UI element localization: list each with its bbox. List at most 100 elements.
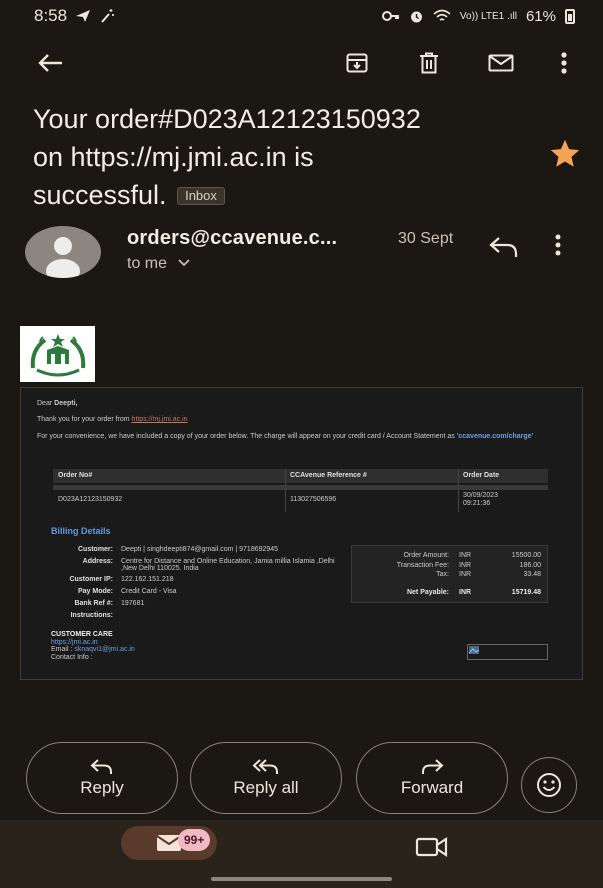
more-options-button[interactable] bbox=[549, 39, 579, 87]
customer-care-title: CUSTOMER CARE bbox=[51, 631, 113, 638]
reference-number: 113027506596 bbox=[290, 496, 337, 503]
reply-actions: Reply Reply all Forward bbox=[26, 742, 586, 814]
column-divider bbox=[285, 469, 286, 512]
email-body: Dear Deepti, Thank you for your order fr… bbox=[20, 387, 583, 680]
avatar[interactable] bbox=[25, 226, 101, 278]
net-payable-row: Net Payable: INR 15719.48 bbox=[352, 589, 549, 598]
forward-button[interactable]: Forward bbox=[356, 742, 508, 814]
email-toolbar bbox=[0, 32, 603, 94]
billing-value: 197681 bbox=[121, 600, 145, 607]
amount-value: 15500.00 bbox=[511, 552, 541, 559]
back-arrow-icon bbox=[38, 54, 62, 72]
message-more-button[interactable] bbox=[555, 234, 575, 264]
quick-reply-button[interactable] bbox=[487, 234, 521, 264]
charge-descriptor: 'ccavenue.com/charge' bbox=[456, 433, 534, 440]
reply-icon bbox=[90, 759, 112, 774]
merchant-link[interactable]: https://mj.jmi.ac.in bbox=[132, 416, 188, 423]
amount-value: 186.00 bbox=[519, 562, 541, 569]
convenience-text: For your convenience, we have included a… bbox=[37, 432, 557, 441]
amount-currency: INR bbox=[459, 562, 472, 569]
battery-icon bbox=[565, 8, 575, 24]
archive-button[interactable] bbox=[333, 39, 381, 87]
person-icon bbox=[46, 237, 80, 278]
delete-button[interactable] bbox=[405, 39, 453, 87]
trash-icon bbox=[420, 52, 438, 74]
amount-row: Order Amount: INR 15500.00 bbox=[352, 552, 549, 561]
status-left: 8:58 bbox=[34, 6, 115, 26]
customer-care: CUSTOMER CARE https://jmi.ac.in Email : … bbox=[51, 631, 135, 661]
star-button[interactable] bbox=[548, 137, 582, 171]
subject-line-3: successful. Inbox bbox=[33, 176, 533, 214]
table-separator bbox=[53, 485, 548, 490]
home-indicator[interactable] bbox=[211, 877, 392, 881]
amount-label: Net Payable: bbox=[406, 589, 449, 596]
emoji-reaction-button[interactable] bbox=[521, 757, 577, 813]
amount-value: 15719.48 bbox=[511, 589, 541, 596]
amount-currency: INR bbox=[459, 589, 472, 596]
signal-text: Vo)) LTE1 .ıll bbox=[459, 10, 517, 22]
status-bar: 8:58 Vo)) LTE1 .ıll 61% bbox=[0, 0, 603, 32]
order-time: 09:21:36 bbox=[463, 500, 491, 507]
amount-label: Transaction Fee: bbox=[396, 562, 449, 569]
status-time: 8:58 bbox=[34, 6, 68, 25]
care-email[interactable]: sknaqvi1@jmi.ac.in bbox=[74, 646, 134, 653]
amount-label: Tax: bbox=[436, 571, 449, 578]
status-right: Vo)) LTE1 .ıll 61% bbox=[381, 8, 575, 25]
reply-label: Reply bbox=[80, 778, 124, 797]
order-table: Order No# CCAvenue Reference # Order Dat… bbox=[53, 469, 548, 512]
smiley-icon bbox=[537, 773, 561, 797]
message-date: 30 Sept bbox=[398, 230, 454, 247]
bottom-navigation: 99+ bbox=[0, 820, 603, 888]
reply-all-label: Reply all bbox=[233, 778, 299, 797]
sender-address[interactable]: orders@ccavenue.c... bbox=[127, 227, 337, 250]
amount-summary: Order Amount: INR 15500.00 Transaction F… bbox=[351, 545, 548, 603]
billing-title: Billing Details bbox=[51, 526, 111, 536]
care-email-label: Email : bbox=[51, 646, 73, 653]
greeting-word: Dear bbox=[37, 400, 53, 407]
reply-all-icon bbox=[252, 759, 278, 774]
order-table-header: Order No# CCAvenue Reference # Order Dat… bbox=[53, 469, 548, 483]
order-number: D023A12123150932 bbox=[58, 496, 123, 503]
reply-button[interactable]: Reply bbox=[26, 742, 178, 814]
amount-row: Transaction Fee: INR 186.00 bbox=[352, 562, 549, 571]
subject-line-1: Your order#D023A12123150932 bbox=[33, 104, 421, 134]
sender-row: orders@ccavenue.c... 30 Sept to me bbox=[25, 222, 595, 284]
star-icon bbox=[550, 139, 580, 167]
amount-row: Tax: INR 33.48 bbox=[352, 571, 549, 580]
amount-label: Order Amount: bbox=[403, 552, 449, 559]
amount-value: 33.48 bbox=[523, 571, 541, 578]
mail-icon bbox=[488, 54, 514, 72]
col-reference: CCAvenue Reference # bbox=[290, 472, 367, 479]
mark-unread-button[interactable] bbox=[477, 39, 525, 87]
recipient-toggle[interactable]: to me bbox=[127, 255, 191, 273]
email-subject: Your order#D023A12123150932 on https://m… bbox=[33, 100, 533, 214]
greeting: Dear Deepti, bbox=[37, 400, 77, 407]
column-divider bbox=[458, 469, 459, 512]
col-order-date: Order Date bbox=[463, 472, 500, 479]
archive-icon bbox=[346, 53, 368, 73]
care-url[interactable]: https://jmi.ac.in bbox=[51, 639, 135, 647]
university-logo bbox=[20, 326, 95, 382]
nav-meet-tab[interactable] bbox=[415, 835, 449, 859]
inbox-label-chip[interactable]: Inbox bbox=[177, 187, 225, 205]
reply-icon bbox=[489, 237, 518, 257]
reply-all-button[interactable]: Reply all bbox=[190, 742, 342, 814]
billing-value: Deepti | singhdeepti874@gmail.com | 9718… bbox=[121, 546, 279, 553]
billing-label: Address: bbox=[82, 558, 113, 565]
jmi-emblem-icon bbox=[30, 334, 85, 377]
convenience-sentence: For your convenience, we have included a… bbox=[37, 433, 455, 440]
magic-wand-icon bbox=[101, 9, 115, 23]
subject-line-2: on https://mj.jmi.ac.in is bbox=[33, 142, 314, 172]
order-date: 30/09/2023 bbox=[463, 492, 499, 499]
broken-image bbox=[467, 644, 548, 660]
alarm-icon bbox=[410, 11, 422, 22]
billing-label: Pay Mode: bbox=[77, 588, 113, 595]
back-button[interactable] bbox=[26, 39, 74, 87]
col-order-no: Order No# bbox=[58, 472, 93, 479]
billing-label: Customer IP: bbox=[69, 576, 113, 583]
billing-label: Instructions: bbox=[70, 612, 113, 619]
more-vert-icon bbox=[555, 234, 561, 256]
billing-label: Bank Ref #: bbox=[74, 600, 113, 607]
avatar-circle bbox=[25, 226, 101, 278]
care-contact: Contact Info : bbox=[51, 653, 93, 661]
